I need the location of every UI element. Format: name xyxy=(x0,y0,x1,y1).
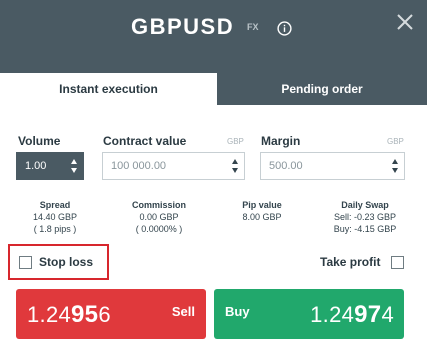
arrow-down-icon[interactable] xyxy=(392,168,398,173)
arrow-down-icon[interactable] xyxy=(232,168,238,173)
buy-price-fraction: 4 xyxy=(381,302,394,327)
instrument-type-badge: FX xyxy=(247,22,259,32)
pip-value-stat: Pip value 8.00 GBP xyxy=(227,199,297,223)
tab-instant-execution[interactable]: Instant execution xyxy=(0,73,217,105)
commission-value: 0.00 GBP xyxy=(139,212,179,222)
info-icon[interactable] xyxy=(277,21,292,36)
spread-stat: Spread 14.40 GBP ( 1.8 pips ) xyxy=(18,199,92,235)
buy-price: 1.24974 xyxy=(310,301,394,329)
contract-value-label: Contract value xyxy=(103,134,187,148)
sell-button[interactable]: 1.24956 Sell xyxy=(16,289,206,339)
daily-swap-stat: Daily Swap Sell: -0.23 GBP Buy: -4.15 GB… xyxy=(324,199,406,235)
arrow-down-icon[interactable] xyxy=(71,168,77,173)
buy-price-prefix: 1.24 xyxy=(310,302,355,327)
daily-swap-label: Daily Swap xyxy=(341,200,389,210)
arrow-up-icon[interactable] xyxy=(392,159,398,164)
arrow-up-icon[interactable] xyxy=(71,159,77,164)
contract-value-value[interactable]: 100 000.00 xyxy=(111,160,166,172)
symbol-title: GBPUSD xyxy=(131,14,235,39)
daily-swap-sell: Sell: -0.23 GBP xyxy=(333,212,397,222)
buy-button[interactable]: Buy 1.24974 xyxy=(214,289,404,339)
sell-price-fraction: 6 xyxy=(98,302,111,327)
margin-unit: GBP xyxy=(387,137,404,146)
volume-label: Volume xyxy=(18,134,61,148)
buy-price-pips: 97 xyxy=(354,301,382,328)
margin-stepper[interactable]: 500.00 xyxy=(260,152,405,180)
dialog-header: GBPUSD FX xyxy=(0,0,427,73)
stop-loss-label[interactable]: Stop loss xyxy=(39,255,93,269)
contract-value-unit: GBP xyxy=(227,137,244,146)
tab-pending-order[interactable]: Pending order xyxy=(217,73,427,105)
sell-label: Sell xyxy=(171,304,195,319)
stop-loss-checkbox[interactable] xyxy=(19,256,32,269)
contract-value-stepper-arrows[interactable] xyxy=(226,153,244,179)
pip-value-value: 8.00 GBP xyxy=(242,212,282,222)
margin-stepper-arrows[interactable] xyxy=(386,153,404,179)
sell-price-prefix: 1.24 xyxy=(27,302,72,327)
take-profit-checkbox[interactable] xyxy=(391,256,404,269)
spread-value: 14.40 GBP xyxy=(32,212,78,222)
sell-price: 1.24956 xyxy=(27,301,111,329)
volume-value[interactable]: 1.00 xyxy=(25,160,46,172)
close-icon[interactable] xyxy=(396,13,414,31)
commission-label: Commission xyxy=(131,200,186,210)
volume-stepper[interactable]: 1.00 xyxy=(16,152,84,180)
daily-swap-buy: Buy: -4.15 GBP xyxy=(333,224,397,234)
buy-label: Buy xyxy=(225,304,250,319)
take-profit-label[interactable]: Take profit xyxy=(320,255,380,269)
commission-percent: ( 0.0000% ) xyxy=(135,224,183,234)
commission-stat: Commission 0.00 GBP ( 0.0000% ) xyxy=(117,199,201,235)
margin-label: Margin xyxy=(261,134,301,148)
pip-value-label: Pip value xyxy=(242,200,282,210)
spread-pips: ( 1.8 pips ) xyxy=(33,224,77,234)
margin-value[interactable]: 500.00 xyxy=(269,160,303,172)
arrow-up-icon[interactable] xyxy=(232,159,238,164)
contract-value-stepper[interactable]: 100 000.00 xyxy=(102,152,245,180)
sell-price-pips: 95 xyxy=(71,301,99,328)
spread-label: Spread xyxy=(39,200,71,210)
volume-stepper-arrows[interactable] xyxy=(65,153,83,179)
